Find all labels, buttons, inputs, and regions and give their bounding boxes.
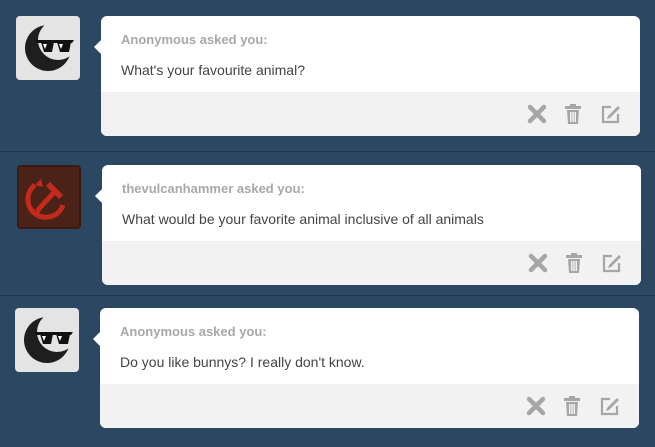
card-pointer [95, 189, 102, 203]
ask-card: Anonymous asked you: Do you like bunnys?… [93, 308, 639, 428]
asker-label[interactable]: thevulcanhammer asked you: [122, 181, 305, 196]
question-text: What's your favourite animal? [121, 62, 305, 78]
edit-icon [600, 397, 619, 416]
delete-button[interactable] [525, 102, 549, 126]
card-footer [100, 384, 639, 428]
delete-icon [528, 253, 548, 273]
asker-label[interactable]: Anonymous asked you: [120, 324, 267, 339]
card-footer [101, 92, 640, 136]
ask-post: thevulcanhammer asked you: What would be… [0, 152, 655, 295]
trash-button[interactable] [561, 102, 585, 126]
question-text: What would be your favorite animal inclu… [122, 211, 484, 227]
card-footer [102, 241, 641, 285]
edit-button[interactable] [599, 251, 623, 275]
avatar[interactable] [15, 308, 79, 372]
trash-icon [565, 104, 581, 124]
trash-button[interactable] [560, 394, 584, 418]
ask-card: Anonymous asked you: What's your favouri… [94, 16, 640, 136]
question-text: Do you like bunnys? I really don't know. [120, 354, 365, 370]
sunglasses-moon-icon [16, 16, 80, 80]
asker-label[interactable]: Anonymous asked you: [121, 32, 268, 47]
card-pointer [94, 40, 101, 54]
card-pointer [93, 332, 100, 346]
delete-icon [526, 396, 546, 416]
edit-icon [601, 105, 620, 124]
delete-button[interactable] [526, 251, 550, 275]
hammer-and-sickle-icon [17, 165, 81, 229]
sunglasses-moon-icon [15, 308, 79, 372]
delete-button[interactable] [524, 394, 548, 418]
avatar[interactable] [16, 16, 80, 80]
trash-icon [564, 396, 580, 416]
edit-button[interactable] [597, 394, 621, 418]
avatar[interactable] [17, 165, 81, 229]
edit-button[interactable] [598, 102, 622, 126]
ask-card: thevulcanhammer asked you: What would be… [95, 165, 641, 285]
trash-button[interactable] [562, 251, 586, 275]
trash-icon [566, 253, 582, 273]
delete-icon [527, 104, 547, 124]
ask-post: Anonymous asked you: What's your favouri… [0, 0, 655, 151]
ask-post: Anonymous asked you: Do you like bunnys?… [0, 296, 655, 447]
ask-inbox-feed: Anonymous asked you: What's your favouri… [0, 0, 655, 447]
edit-icon [602, 254, 621, 273]
